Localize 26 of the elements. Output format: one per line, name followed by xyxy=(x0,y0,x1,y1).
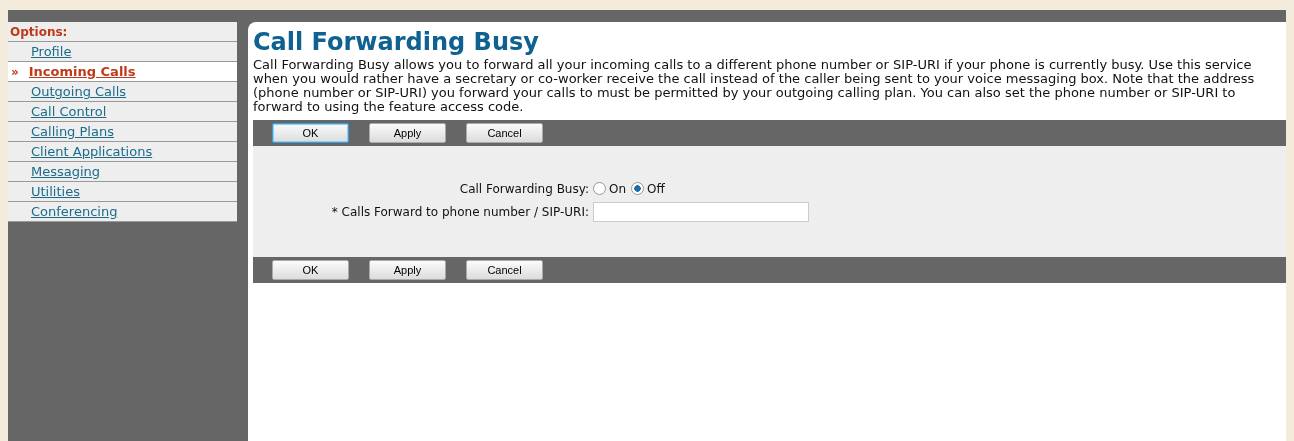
ok-button[interactable]: OK xyxy=(272,260,349,280)
cancel-button[interactable]: Cancel xyxy=(466,260,543,280)
sidebar-link[interactable]: Client Applications xyxy=(31,144,153,159)
page-title: Call Forwarding Busy xyxy=(253,28,540,56)
sidebar-link[interactable]: Incoming Calls xyxy=(28,64,136,79)
input-field[interactable] xyxy=(593,201,809,222)
page-description: Call Forwarding Busy allows you to forward all your incoming calls to a different phone number or SIP-URI if your phone is currently busy. Use this service when you would rather have a secretary or co-worker receive the call instead of the caller being sent to your voice messaging box. Note that the address (phone number or SIP-URI) you forward your calls to must be permitted by your outgoing calling plan. You can also set the phone number or SIP-URI to forward to using the feature access code. xyxy=(253,58,1256,114)
sidebar-link[interactable]: Profile xyxy=(31,44,72,59)
radio-label: Off xyxy=(647,181,665,196)
sidebar-link[interactable]: Call Control xyxy=(31,104,107,119)
apply-button[interactable]: Apply xyxy=(369,260,446,280)
sidebar-link[interactable]: Utilities xyxy=(31,184,80,199)
sidebar-link[interactable]: Outgoing Calls xyxy=(31,84,127,99)
cancel-button[interactable]: Cancel xyxy=(466,123,543,143)
apply-button[interactable]: Apply xyxy=(369,123,446,143)
radio-button[interactable] xyxy=(631,182,645,195)
sidebar-link[interactable]: Conferencing xyxy=(31,204,118,219)
radio-button[interactable] xyxy=(593,182,606,195)
ok-button[interactable]: OK xyxy=(272,123,349,143)
sidebar-link[interactable]: Messaging xyxy=(31,164,101,179)
current-marker: » xyxy=(11,64,19,79)
sidebar-item[interactable]: » Incoming Calls xyxy=(8,62,237,82)
radio-label: On xyxy=(609,181,627,196)
sidebar-link[interactable]: Calling Plans xyxy=(31,124,114,139)
field-label: Call Forwarding Busy: xyxy=(459,181,590,196)
field-label: * Calls Forward to phone number / SIP-URI: xyxy=(331,204,590,219)
